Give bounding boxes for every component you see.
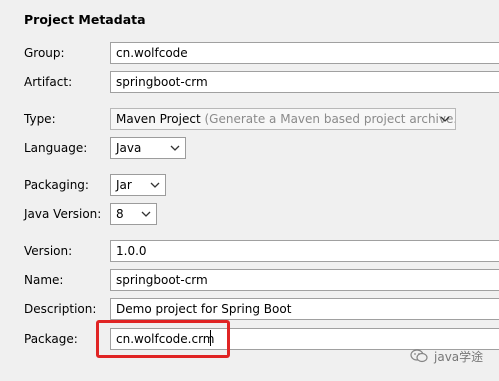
type-select[interactable]: Maven Project (Generate a Maven based pr… bbox=[110, 108, 456, 130]
group-label: Group: bbox=[24, 46, 65, 60]
type-hint: (Generate a Maven based project archive.… bbox=[204, 112, 456, 126]
highlight-box bbox=[96, 320, 230, 358]
chevron-down-icon bbox=[149, 175, 161, 195]
description-label: Description: bbox=[24, 302, 97, 316]
artifact-field[interactable]: springboot-crm bbox=[110, 71, 499, 93]
chevron-down-icon bbox=[169, 138, 181, 158]
page-title: Project Metadata bbox=[24, 12, 146, 27]
group-field[interactable]: cn.wolfcode bbox=[110, 42, 499, 64]
language-select[interactable]: Java bbox=[110, 137, 186, 159]
java-version-value: 8 bbox=[116, 207, 124, 221]
description-field[interactable]: Demo project for Spring Boot bbox=[110, 298, 499, 320]
name-label: Name: bbox=[24, 273, 64, 287]
packaging-label: Packaging: bbox=[24, 178, 89, 192]
version-field[interactable]: 1.0.0 bbox=[110, 240, 499, 262]
name-field[interactable]: springboot-crm bbox=[110, 269, 499, 291]
watermark: java学途 bbox=[410, 345, 483, 367]
packaging-value: Jar bbox=[116, 178, 132, 192]
wechat-icon bbox=[410, 349, 428, 363]
language-label: Language: bbox=[24, 141, 88, 155]
language-value: Java bbox=[116, 141, 142, 155]
chevron-down-icon bbox=[439, 109, 451, 129]
java-version-label: Java Version: bbox=[24, 207, 102, 221]
chevron-down-icon bbox=[140, 204, 152, 224]
watermark-text: java学途 bbox=[434, 349, 484, 364]
type-label: Type: bbox=[24, 112, 56, 126]
java-version-select[interactable]: 8 bbox=[110, 203, 157, 225]
artifact-label: Artifact: bbox=[24, 75, 73, 89]
package-label: Package: bbox=[24, 332, 78, 346]
version-label: Version: bbox=[24, 244, 73, 258]
type-value: Maven Project bbox=[116, 112, 201, 126]
packaging-select[interactable]: Jar bbox=[110, 174, 166, 196]
